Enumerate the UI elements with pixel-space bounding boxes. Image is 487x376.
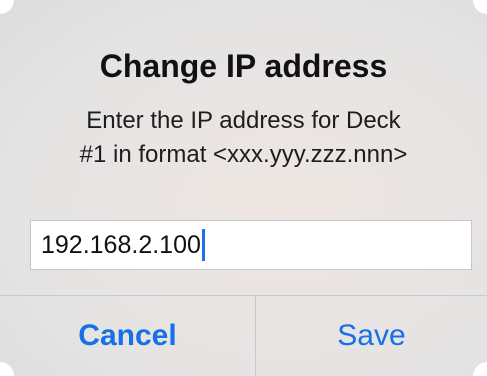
dialog-message: Enter the IP address for Deck #1 in form… bbox=[14, 104, 473, 172]
alert-dialog: Change IP address Enter the IP address f… bbox=[0, 0, 487, 376]
text-cursor bbox=[201, 229, 205, 261]
dialog-corner bbox=[0, 0, 14, 14]
dialog-corner bbox=[473, 0, 487, 14]
cancel-button[interactable]: Cancel bbox=[0, 296, 255, 376]
dialog-title: Change IP address bbox=[99, 48, 388, 84]
dialog-message-line-1: Enter the IP address for Deck bbox=[86, 107, 401, 134]
ip-address-input[interactable]: 192.168.2.100 bbox=[30, 220, 472, 270]
ip-address-value: 192.168.2.100 bbox=[41, 230, 201, 259]
dialog-message-line-2: #1 in format <xxx.yyy.zzz.nnn> bbox=[79, 141, 408, 168]
save-button[interactable]: Save bbox=[256, 296, 487, 376]
